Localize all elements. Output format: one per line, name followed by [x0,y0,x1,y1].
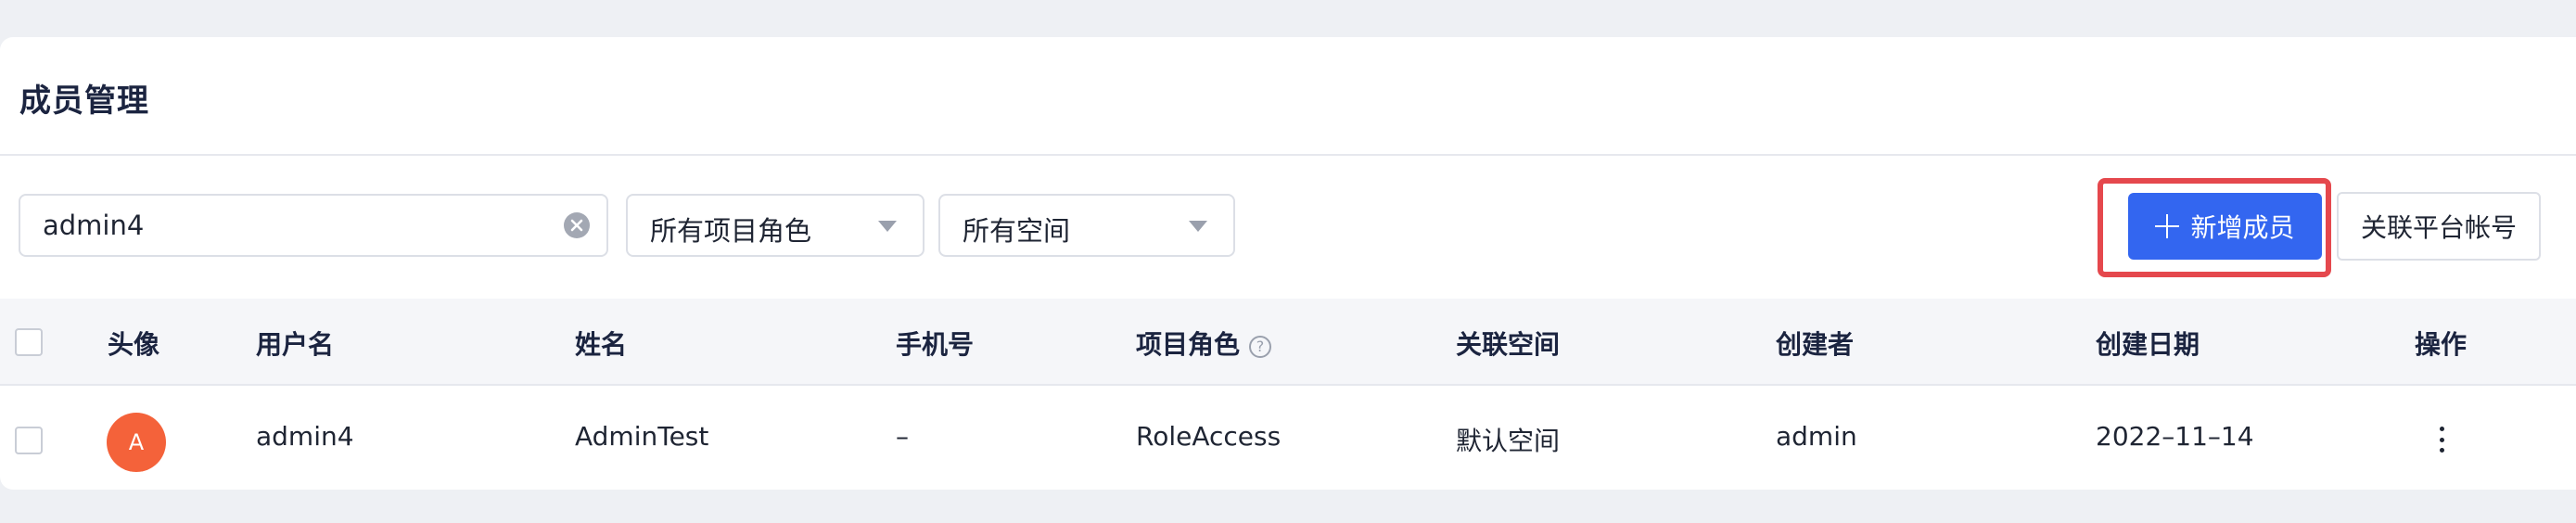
table-header: 头像 用户名 姓名 手机号 项目角色? 关联空间 创建者 创建日期 操作 [0,299,2576,386]
space-select-value: 所有空间 [963,215,1071,247]
plus-icon [2155,214,2180,238]
link-platform-account-button[interactable]: 关联平台帐号 [2337,192,2541,261]
cell-role: RoleAccess [1136,421,1282,452]
header-creator: 创建者 [1776,329,1855,360]
header-role: 项目角色? [1136,325,1272,362]
search-input[interactable] [43,196,543,255]
role-select-value: 所有项目角色 [650,215,812,247]
cell-name: AdminTest [575,421,709,452]
question-icon[interactable]: ? [1249,336,1272,358]
header-role-label: 项目角色 [1136,329,1241,360]
cell-created: 2022–11–14 [2096,421,2254,452]
header-ops: 操作 [2415,329,2468,360]
clear-icon[interactable] [564,212,590,238]
title-divider [0,154,2576,156]
cell-phone: – [896,421,909,452]
add-member-button[interactable]: 新增成员 [2128,193,2322,260]
cell-space: 默认空间 [1456,426,1561,456]
cell-creator: admin [1776,421,1857,452]
add-member-label: 新增成员 [2190,212,2295,243]
header-name: 姓名 [575,329,628,360]
header-avatar: 头像 [108,329,160,360]
select-all-checkbox[interactable] [15,328,43,356]
page-title: 成员管理 [19,83,149,120]
row-checkbox[interactable] [15,427,43,454]
search-box [19,194,608,257]
space-select[interactable]: 所有空间 [938,194,1235,257]
table-row: A admin4 AdminTest – RoleAccess 默认空间 adm… [0,386,2576,490]
header-space: 关联空间 [1456,329,1561,360]
more-icon[interactable] [2428,423,2455,456]
header-phone: 手机号 [896,329,975,360]
header-created: 创建日期 [2096,329,2200,360]
cell-username: admin4 [256,421,354,452]
caret-down-icon [878,221,897,232]
header-username: 用户名 [256,329,335,360]
role-select[interactable]: 所有项目角色 [626,194,925,257]
caret-down-icon [1189,221,1207,232]
avatar: A [107,413,166,472]
